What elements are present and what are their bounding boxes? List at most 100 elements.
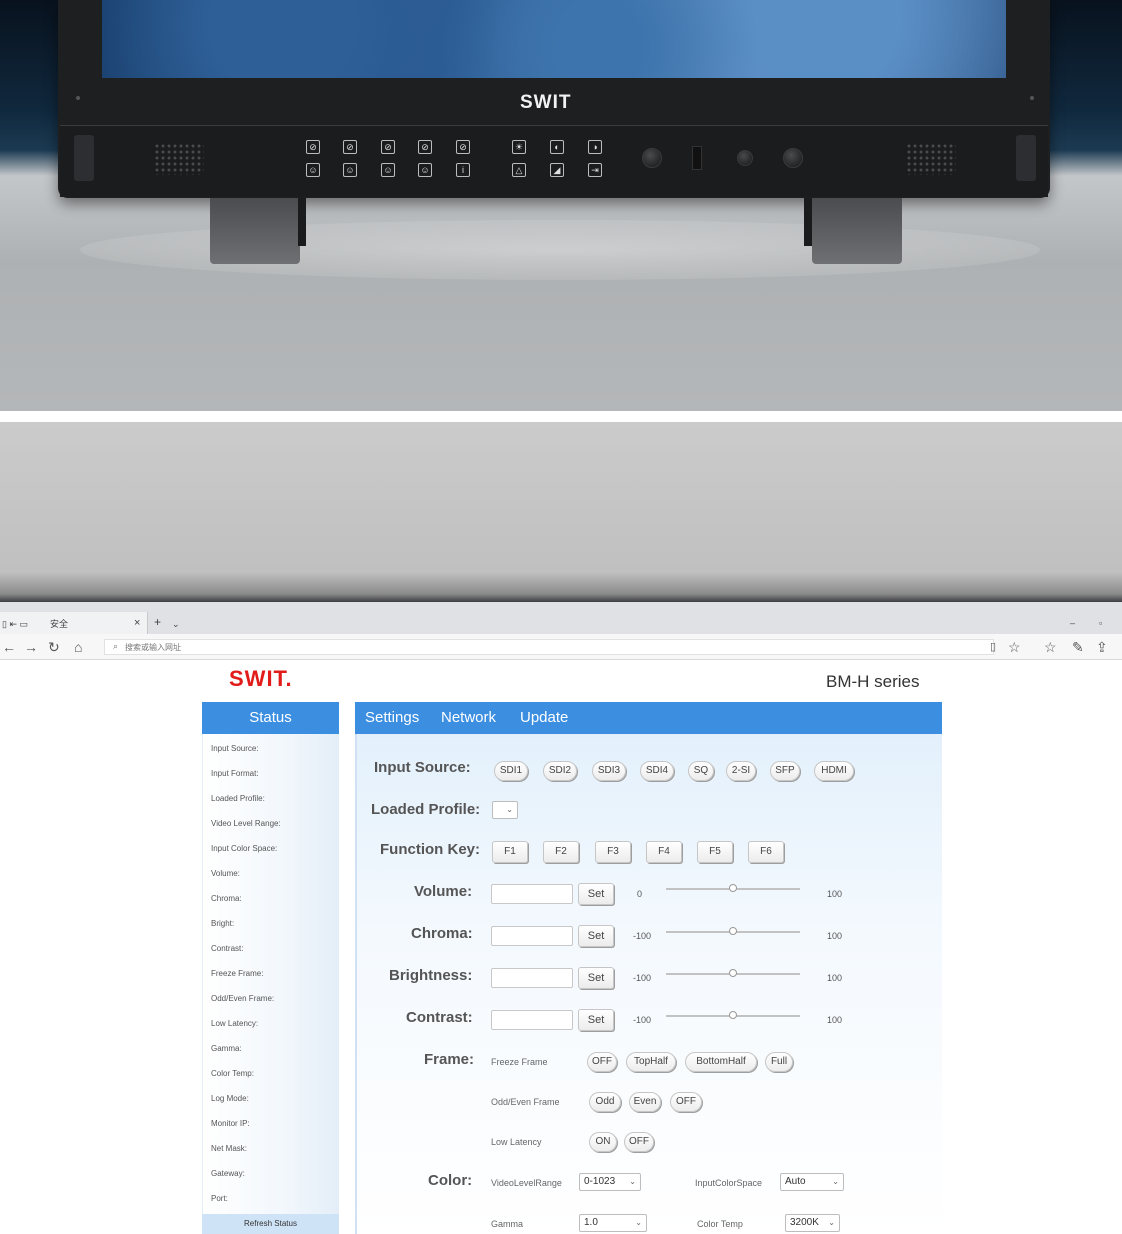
status-odd-even-frame: Odd/Even Frame: (211, 994, 275, 1003)
status-log-mode: Log Mode: (211, 1094, 249, 1103)
brand-logo: SWIT. (229, 666, 293, 691)
status-contrast: Contrast: (211, 944, 244, 953)
reading-view-icon[interactable]: ▯ (990, 639, 996, 655)
freeze-tophalf-button[interactable]: TopHalf (626, 1052, 676, 1072)
function-key-f4[interactable]: F4 (646, 841, 682, 863)
restore-icon[interactable]: ▫ (1099, 617, 1102, 629)
user-key-icon: ⊘ (418, 140, 432, 154)
url-input[interactable]: ⌕ 搜索或输入网址 (104, 639, 994, 655)
contrast-slider-thumb[interactable] (729, 1011, 737, 1019)
freeze-bottomhalf-button[interactable]: BottomHalf (685, 1052, 757, 1072)
brightness-min: -100 (633, 973, 652, 983)
new-tab-icon[interactable]: + (154, 616, 161, 628)
input-color-space-select[interactable]: Auto ⌄ (780, 1173, 844, 1191)
odd-even-off-button[interactable]: OFF (670, 1092, 702, 1112)
source-sdi1-button[interactable]: SDI1 (494, 761, 528, 781)
chroma-label: Chroma: (411, 925, 473, 942)
brightness-label: Brightness: (389, 967, 473, 984)
freeze-frame-label: Freeze Frame (491, 1057, 548, 1067)
menu-knob (642, 148, 662, 168)
color-temp-select[interactable]: 3200K ⌄ (785, 1214, 840, 1232)
favorite-icon[interactable]: ☆ (1008, 639, 1021, 655)
volume-set-button[interactable]: Set (578, 883, 614, 905)
lut-switch (692, 146, 702, 170)
tab-menu-icon[interactable]: ⌄ (172, 618, 180, 630)
chroma-slider-thumb[interactable] (729, 927, 737, 935)
forward-icon[interactable]: → (24, 639, 38, 655)
freeze-off-button[interactable]: OFF (587, 1052, 617, 1072)
chevron-down-icon: ⌄ (629, 1177, 636, 1186)
source-sdi2-button[interactable]: SDI2 (543, 761, 577, 781)
info-icon: i (456, 163, 470, 177)
low-latency-on-button[interactable]: ON (589, 1132, 617, 1152)
function-key-f5[interactable]: F5 (697, 841, 733, 863)
contrast-input[interactable] (491, 1010, 573, 1030)
function-key-f3[interactable]: F3 (595, 841, 631, 863)
contrast-icon: ◐ (550, 140, 564, 154)
tab-network[interactable]: Network (441, 702, 496, 734)
contrast-set-button[interactable]: Set (578, 1009, 614, 1031)
tab-list-icon[interactable]: ▯ ⇤ ▭ (2, 618, 28, 630)
brightness-set-button[interactable]: Set (578, 967, 614, 989)
user-key-icon: ⊘ (306, 140, 320, 154)
color-label: Color: (428, 1172, 473, 1189)
pen-icon[interactable]: ✎ (1072, 639, 1084, 655)
chevron-down-icon: ⌄ (832, 1177, 839, 1186)
person-icon: ☺ (306, 163, 320, 177)
video-level-range-select[interactable]: 0-1023 ⌄ (579, 1173, 641, 1191)
close-tab-icon[interactable]: × (134, 617, 140, 629)
volume-slider-thumb[interactable] (729, 884, 737, 892)
monitor-screen (102, 0, 1006, 78)
settings-tab-bar: Settings Network Update (355, 702, 942, 734)
home-icon[interactable]: ⌂ (74, 639, 82, 655)
minimize-icon[interactable]: – (1070, 617, 1075, 629)
tab-update[interactable]: Update (520, 702, 568, 734)
volume-input[interactable] (491, 884, 573, 904)
frame-label: Frame: (424, 1051, 475, 1068)
freeze-full-button[interactable]: Full (765, 1052, 793, 1072)
back-icon[interactable]: ← (2, 639, 16, 655)
chevron-down-icon: ⌄ (828, 1218, 835, 1227)
speaker-grille (154, 143, 204, 175)
source-sq-button[interactable]: SQ (688, 761, 714, 781)
person-icon: ☺ (381, 163, 395, 177)
contrast-max: 100 (827, 1015, 843, 1025)
odd-button[interactable]: Odd (589, 1092, 621, 1112)
chevron-down-icon: ⌄ (506, 805, 513, 814)
phone-jack (737, 150, 753, 166)
tab-settings[interactable]: Settings (365, 702, 419, 734)
person-icon: ☺ (418, 163, 432, 177)
loaded-profile-select[interactable]: ⌄ (492, 801, 518, 819)
function-key-f1[interactable]: F1 (492, 841, 528, 863)
low-latency-label: Low Latency (491, 1137, 542, 1147)
brightness-slider-thumb[interactable] (729, 969, 737, 977)
function-key-f2[interactable]: F2 (543, 841, 579, 863)
source-sfp-button[interactable]: SFP (770, 761, 800, 781)
even-button[interactable]: Even (629, 1092, 661, 1112)
function-key-f6[interactable]: F6 (748, 841, 784, 863)
brightness-input[interactable] (491, 968, 573, 988)
control-strip (60, 125, 1048, 197)
search-icon: ⌕ (113, 641, 119, 651)
status-color-temp: Color Temp: (211, 1069, 254, 1078)
favorites-hub-icon[interactable]: ☆ (1044, 639, 1057, 655)
loaded-profile-label: Loaded Profile: (371, 801, 481, 818)
contrast-min: -100 (633, 1015, 652, 1025)
source-sdi3-button[interactable]: SDI3 (592, 761, 626, 781)
share-icon[interactable]: ⇪ (1096, 639, 1108, 655)
contrast-label: Contrast: (406, 1009, 473, 1026)
refresh-status-button[interactable]: Refresh Status (202, 1214, 339, 1234)
chroma-input[interactable] (491, 926, 573, 946)
gamma-select[interactable]: 1.0 ⌄ (579, 1214, 647, 1232)
source-sdi4-button[interactable]: SDI4 (640, 761, 674, 781)
brightness-max: 100 (827, 973, 843, 983)
status-chroma: Chroma: (211, 894, 242, 903)
status-port: Port: (211, 1194, 228, 1203)
source-hdmi-button[interactable]: HDMI (814, 761, 854, 781)
low-latency-off-button[interactable]: OFF (624, 1132, 654, 1152)
tab-status[interactable]: Status (202, 702, 339, 734)
source-2si-button[interactable]: 2-SI (726, 761, 756, 781)
refresh-icon[interactable]: ↻ (48, 639, 60, 655)
volume-min: 0 (637, 889, 643, 899)
chroma-set-button[interactable]: Set (578, 925, 614, 947)
